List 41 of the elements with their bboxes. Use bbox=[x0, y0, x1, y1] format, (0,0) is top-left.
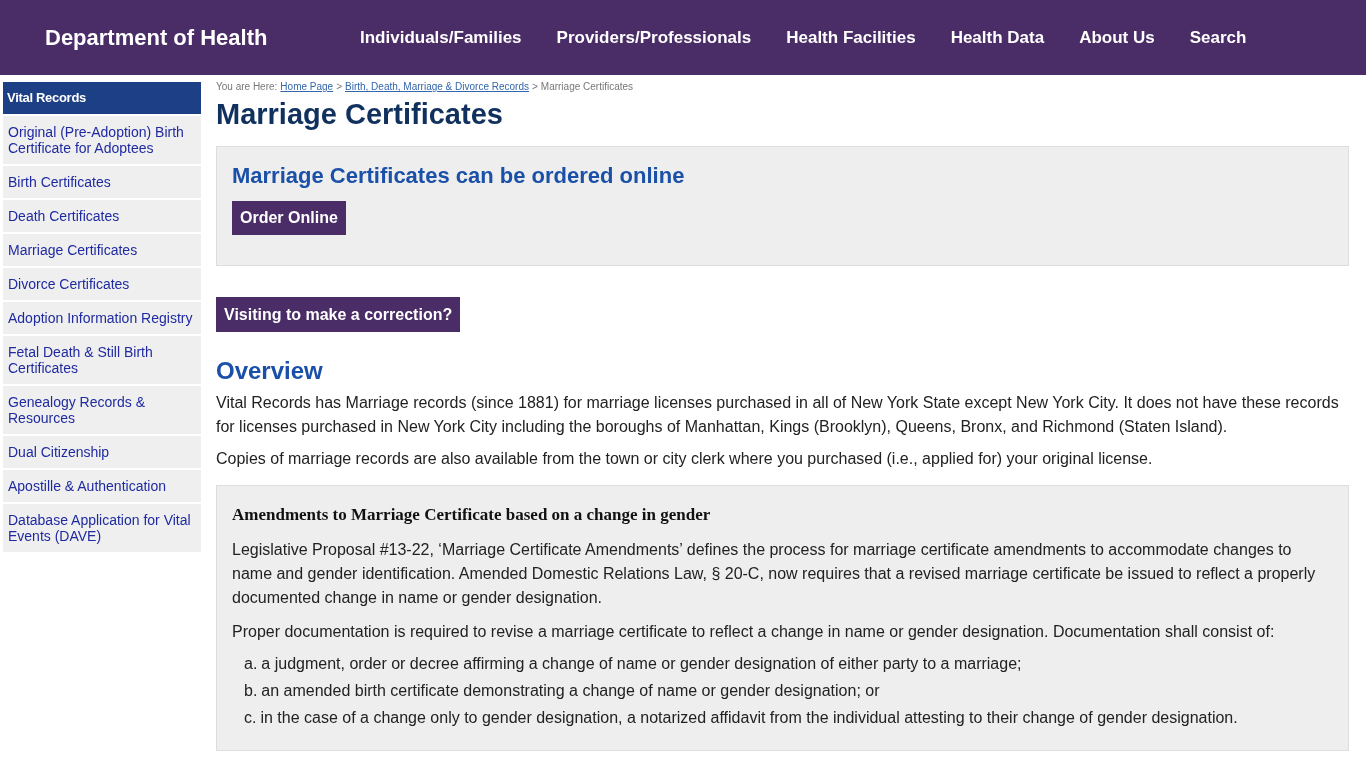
body-paragraph: Copies of marriage records are also available from the town or city clerk where you purchased (i.e., applied for) your original license. bbox=[216, 449, 1154, 469]
list-item-text: a judgment, order or decree affirming a change of name or gender designation of either party to a marriage; bbox=[261, 653, 1022, 674]
nav-link[interactable]: Individuals/Families bbox=[360, 24, 522, 51]
sidebar-heading: Vital Records bbox=[3, 82, 201, 114]
sidebar-item[interactable]: Genealogy Records & Resources bbox=[3, 385, 201, 434]
sidebar-item[interactable]: Database Application for Vital Events (DAVE) bbox=[3, 503, 201, 552]
breadcrumb-label: You are Here: bbox=[216, 80, 278, 94]
body-paragraph: Vital Records has Marriage records (since 1881) for marriage licenses purchased in all of New York State except New York City. It does not have these records for licenses purchased in New York City including the boroughs of Manhattan, Kings (Brooklyn), Queens, Bronx, and Richmond (Staten Island). bbox=[216, 393, 1340, 437]
amendments-heading: Amendments to Marriage Certificate based on a change in gender bbox=[232, 504, 712, 526]
sidebar-item[interactable]: Original (Pre-Adoption) Birth Certificate for Adoptees bbox=[3, 115, 201, 164]
body-paragraph: Proper documentation is required to revise a marriage certificate to reflect a change in name or gender designation. Documentation shall consist of: bbox=[232, 621, 1276, 642]
page-title: Marriage Certificates bbox=[216, 97, 504, 132]
breadcrumb-link[interactable]: Home Page bbox=[280, 79, 334, 94]
sidebar-item[interactable]: Marriage Certificates bbox=[3, 233, 201, 266]
site-title[interactable]: Department of Health bbox=[45, 21, 345, 54]
body-paragraph: Legislative Proposal #13-22, ‘Marriage Certificate Amendments’ defines the process for marriage certificate amendments to accommodate changes to name and gender identification. Amended Domestic Relations Law, § 20-C, now requires that a revised marriage certificate be issued to reflect a properly documented change in name or gender designation. bbox=[232, 539, 1317, 608]
nav-link[interactable]: Health Facilities bbox=[786, 24, 916, 51]
breadcrumb-current: Marriage Certificates bbox=[540, 80, 634, 94]
sidebar-item[interactable]: Adoption Information Registry bbox=[3, 301, 201, 334]
panel-heading: Marriage Certificates can be ordered online bbox=[232, 163, 686, 189]
overview-heading: Overview bbox=[216, 356, 324, 386]
breadcrumb-separator: > bbox=[336, 80, 342, 94]
sidebar-item[interactable]: Apostille & Authentication bbox=[3, 469, 201, 502]
nav-link[interactable]: About Us bbox=[1079, 24, 1155, 51]
list-item-text: an amended birth certificate demonstrating a change of name or gender designation; or bbox=[261, 680, 880, 701]
nav-link[interactable]: Search bbox=[1189, 24, 1247, 51]
correction-button[interactable]: Visiting to make a correction? bbox=[216, 297, 461, 332]
order-online-button[interactable]: Order Online bbox=[232, 201, 346, 235]
sidebar-item[interactable]: Dual Citizenship bbox=[3, 435, 201, 468]
list-marker: c. bbox=[244, 707, 257, 728]
breadcrumb-link[interactable]: Birth, Death, Marriage & Divorce Records bbox=[345, 79, 529, 94]
list-item-text: in the case of a change only to gender designation, a notarized affidavit from the individual attesting to their change of gender designation. bbox=[260, 707, 1238, 728]
list-marker: b. bbox=[244, 680, 258, 701]
sidebar-item[interactable]: Birth Certificates bbox=[3, 165, 201, 198]
sidebar-item[interactable]: Fetal Death & Still Birth Certificates bbox=[3, 335, 201, 384]
sidebar-item[interactable]: Divorce Certificates bbox=[3, 267, 201, 300]
nav-link[interactable]: Providers/Professionals bbox=[556, 24, 752, 51]
list-marker: a. bbox=[244, 653, 258, 674]
sidebar-item[interactable]: Death Certificates bbox=[3, 199, 201, 232]
nav-link[interactable]: Health Data bbox=[950, 24, 1045, 51]
breadcrumb-separator: > bbox=[531, 80, 538, 94]
